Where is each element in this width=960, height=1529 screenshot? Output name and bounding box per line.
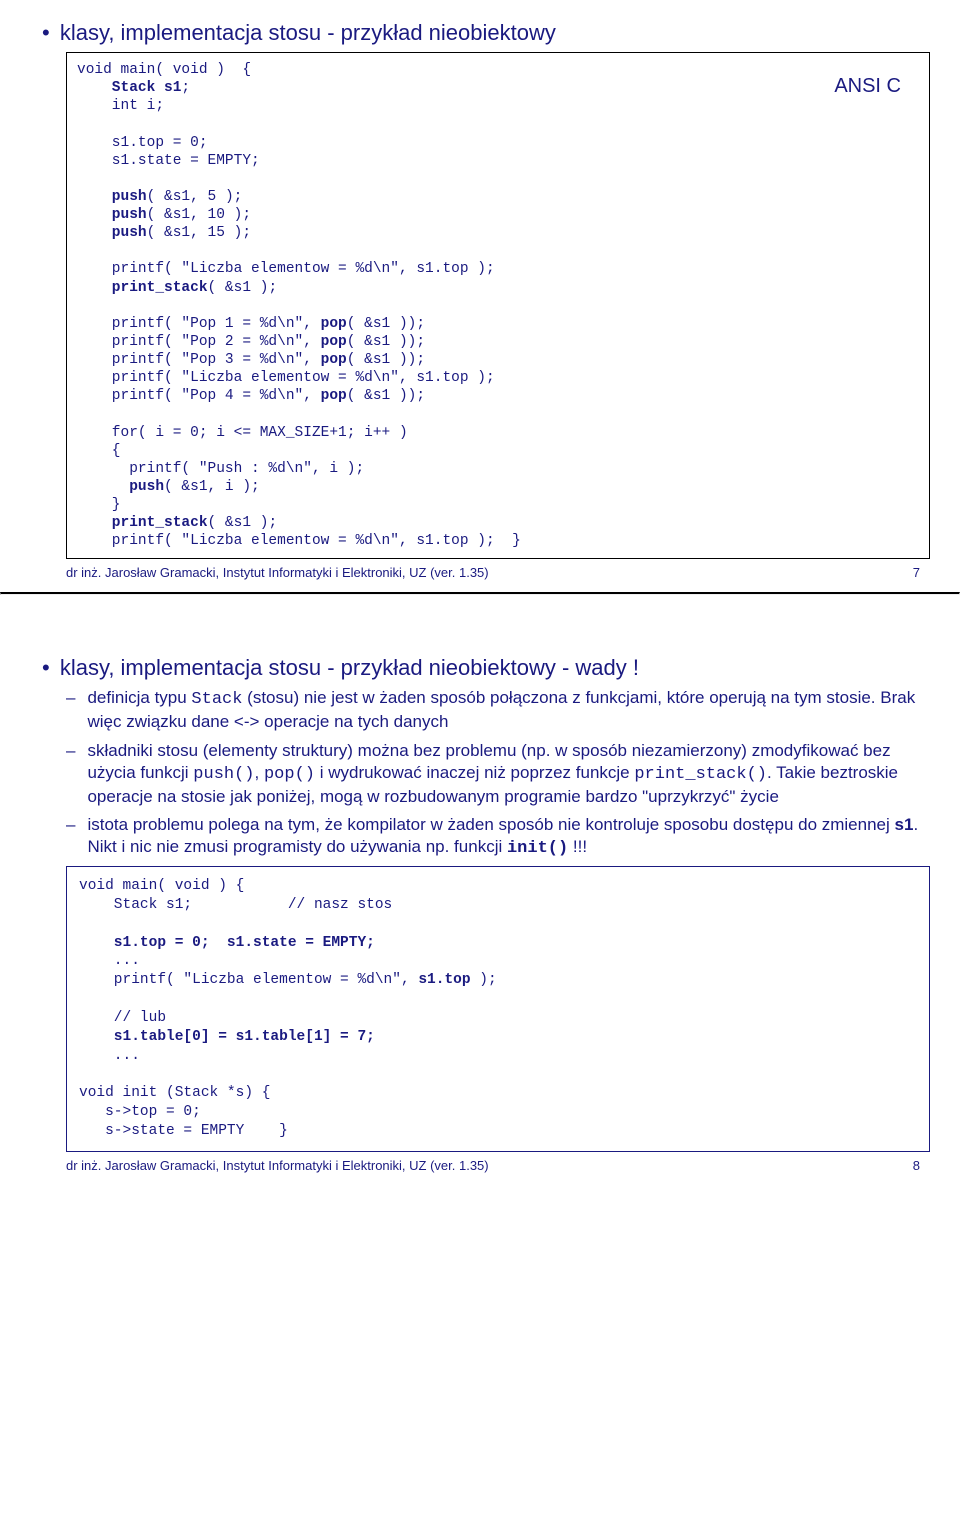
slide-1-footer: dr inż. Jarosław Gramacki, Instytut Info… <box>66 565 930 580</box>
code-block-1-outer: ANSI C void main( void ) { Stack s1; int… <box>66 52 930 559</box>
code-line: pop <box>321 388 347 404</box>
code-line: void init (Stack *s) { <box>79 1085 270 1101</box>
code-line: ; <box>181 80 190 96</box>
code-line: printf( "Liczba elementow = %d\n", s1.to… <box>77 370 495 386</box>
code-line: ( &s1 )); <box>347 388 425 404</box>
code-line: ... <box>79 953 140 969</box>
code-line: ( &s1 ); <box>208 280 278 296</box>
code-line: ( &s1 )); <box>347 352 425 368</box>
code-line: ( &s1 )); <box>347 334 425 350</box>
code-line: ... <box>79 1048 140 1064</box>
code-line: { <box>77 443 121 459</box>
code-line: void main( void ) { <box>77 62 251 78</box>
code-line: ( &s1, 5 ); <box>147 189 243 205</box>
bullet-text: składniki stosu (elementy struktury) moż… <box>87 740 930 808</box>
code-line: pop <box>321 352 347 368</box>
code-line: // lub <box>79 1010 166 1026</box>
code-block-1: void main( void ) { Stack s1; int i; s1.… <box>77 61 919 550</box>
code-line: push <box>77 207 147 223</box>
code-line: s->state = EMPTY } <box>79 1123 288 1139</box>
code-line: printf( "Pop 1 = %d\n", <box>77 316 321 332</box>
bullet-text: istota problemu polega na tym, że kompil… <box>87 814 930 860</box>
page-number: 7 <box>913 565 920 580</box>
code-line: printf( "Pop 3 = %d\n", <box>77 352 321 368</box>
code-line: push <box>77 479 164 495</box>
code-line: printf( "Liczba elementow = %d\n", s1.to… <box>77 533 521 549</box>
code-line: print_stack <box>77 280 208 296</box>
code-line: ( &s1, 15 ); <box>147 225 251 241</box>
bullet-item-1: definicja typu Stack (stosu) nie jest w … <box>66 687 930 733</box>
code-block-2: void main( void ) { Stack s1; // nasz st… <box>66 866 930 1152</box>
slide-1: klasy, implementacja stosu - przykład ni… <box>0 0 960 592</box>
code-line: push <box>77 225 147 241</box>
code-line: print_stack <box>77 515 208 531</box>
code-line: s1.state = EMPTY; <box>77 153 260 169</box>
code-line: push <box>77 189 147 205</box>
code-line: Stack s1 <box>77 80 181 96</box>
code-line: s1.top = 0; <box>77 135 208 151</box>
code-line: printf( "Liczba elementow = %d\n", <box>79 972 418 988</box>
code-line: Stack s1; // nasz stos <box>79 897 392 913</box>
footer-text: dr inż. Jarosław Gramacki, Instytut Info… <box>66 1158 489 1173</box>
code-line: pop <box>321 316 347 332</box>
code-line: for( i = 0; i <= MAX_SIZE+1; i++ ) <box>77 425 408 441</box>
code-line: ); <box>471 972 497 988</box>
code-line: } <box>77 497 121 513</box>
slide-2: klasy, implementacja stosu - przykład ni… <box>0 595 960 1184</box>
code-line: printf( "Pop 4 = %d\n", <box>77 388 321 404</box>
bullet-item-2: składniki stosu (elementy struktury) moż… <box>66 740 930 808</box>
code-line: ( &s1 ); <box>208 515 278 531</box>
bullet-item-3: istota problemu polega na tym, że kompil… <box>66 814 930 860</box>
code-line: pop <box>321 334 347 350</box>
code-line: ( &s1, i ); <box>164 479 260 495</box>
code-line: ( &s1, 10 ); <box>147 207 251 223</box>
slide-2-footer: dr inż. Jarosław Gramacki, Instytut Info… <box>66 1158 930 1173</box>
code-line: void main( void ) { <box>79 878 244 894</box>
bullet-text: definicja typu Stack (stosu) nie jest w … <box>87 687 930 733</box>
code-line: int i; <box>77 98 164 114</box>
code-line: ( &s1 )); <box>347 316 425 332</box>
footer-text: dr inż. Jarosław Gramacki, Instytut Info… <box>66 565 489 580</box>
code-line: printf( "Push : %d\n", i ); <box>77 461 364 477</box>
slide-2-heading: klasy, implementacja stosu - przykład ni… <box>42 655 930 681</box>
code-line: s1.top <box>418 972 470 988</box>
code-line: printf( "Liczba elementow = %d\n", s1.to… <box>77 261 495 277</box>
code-line: s1.table[0] = s1.table[1] = 7; <box>79 1029 375 1045</box>
slide-1-heading: klasy, implementacja stosu - przykład ni… <box>42 20 930 46</box>
ansi-c-label: ANSI C <box>834 75 901 98</box>
code-line: s1.top = 0; s1.state = EMPTY; <box>79 935 375 951</box>
code-line: printf( "Pop 2 = %d\n", <box>77 334 321 350</box>
code-line: s->top = 0; <box>79 1104 201 1120</box>
page-number: 8 <box>913 1158 920 1173</box>
